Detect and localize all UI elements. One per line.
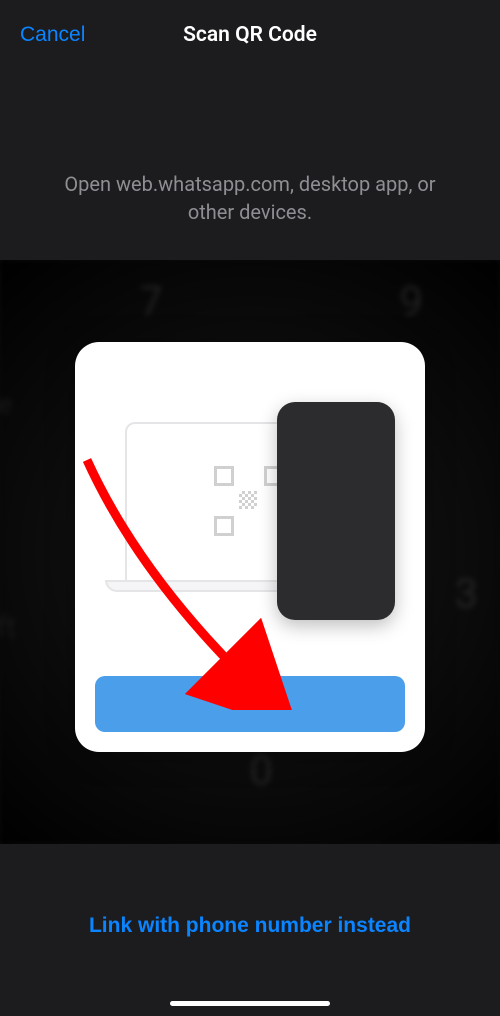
- home-indicator: [170, 1001, 330, 1006]
- ok-button[interactable]: OK: [95, 676, 405, 732]
- bg-key: ime: [0, 390, 12, 420]
- instruction-text: Open web.whatsapp.com, desktop app, or o…: [0, 170, 500, 226]
- camera-preview: 7 9 ime 3 0 ift OK: [0, 260, 500, 844]
- bg-key: 9: [400, 278, 422, 325]
- bg-key: 0: [250, 747, 272, 794]
- navigation-header: Cancel Scan QR Code: [0, 0, 500, 70]
- page-title: Scan QR Code: [183, 23, 317, 47]
- bg-key: 7: [140, 278, 162, 325]
- device-illustration: [95, 362, 405, 642]
- cancel-button[interactable]: Cancel: [20, 23, 85, 47]
- phone-icon: [277, 402, 395, 620]
- bg-key: 3: [455, 570, 477, 617]
- bg-key: ift: [0, 610, 16, 645]
- qr-code-icon: [214, 466, 286, 538]
- link-phone-number-button[interactable]: Link with phone number instead: [0, 914, 500, 938]
- qr-modal-card: OK: [75, 342, 425, 752]
